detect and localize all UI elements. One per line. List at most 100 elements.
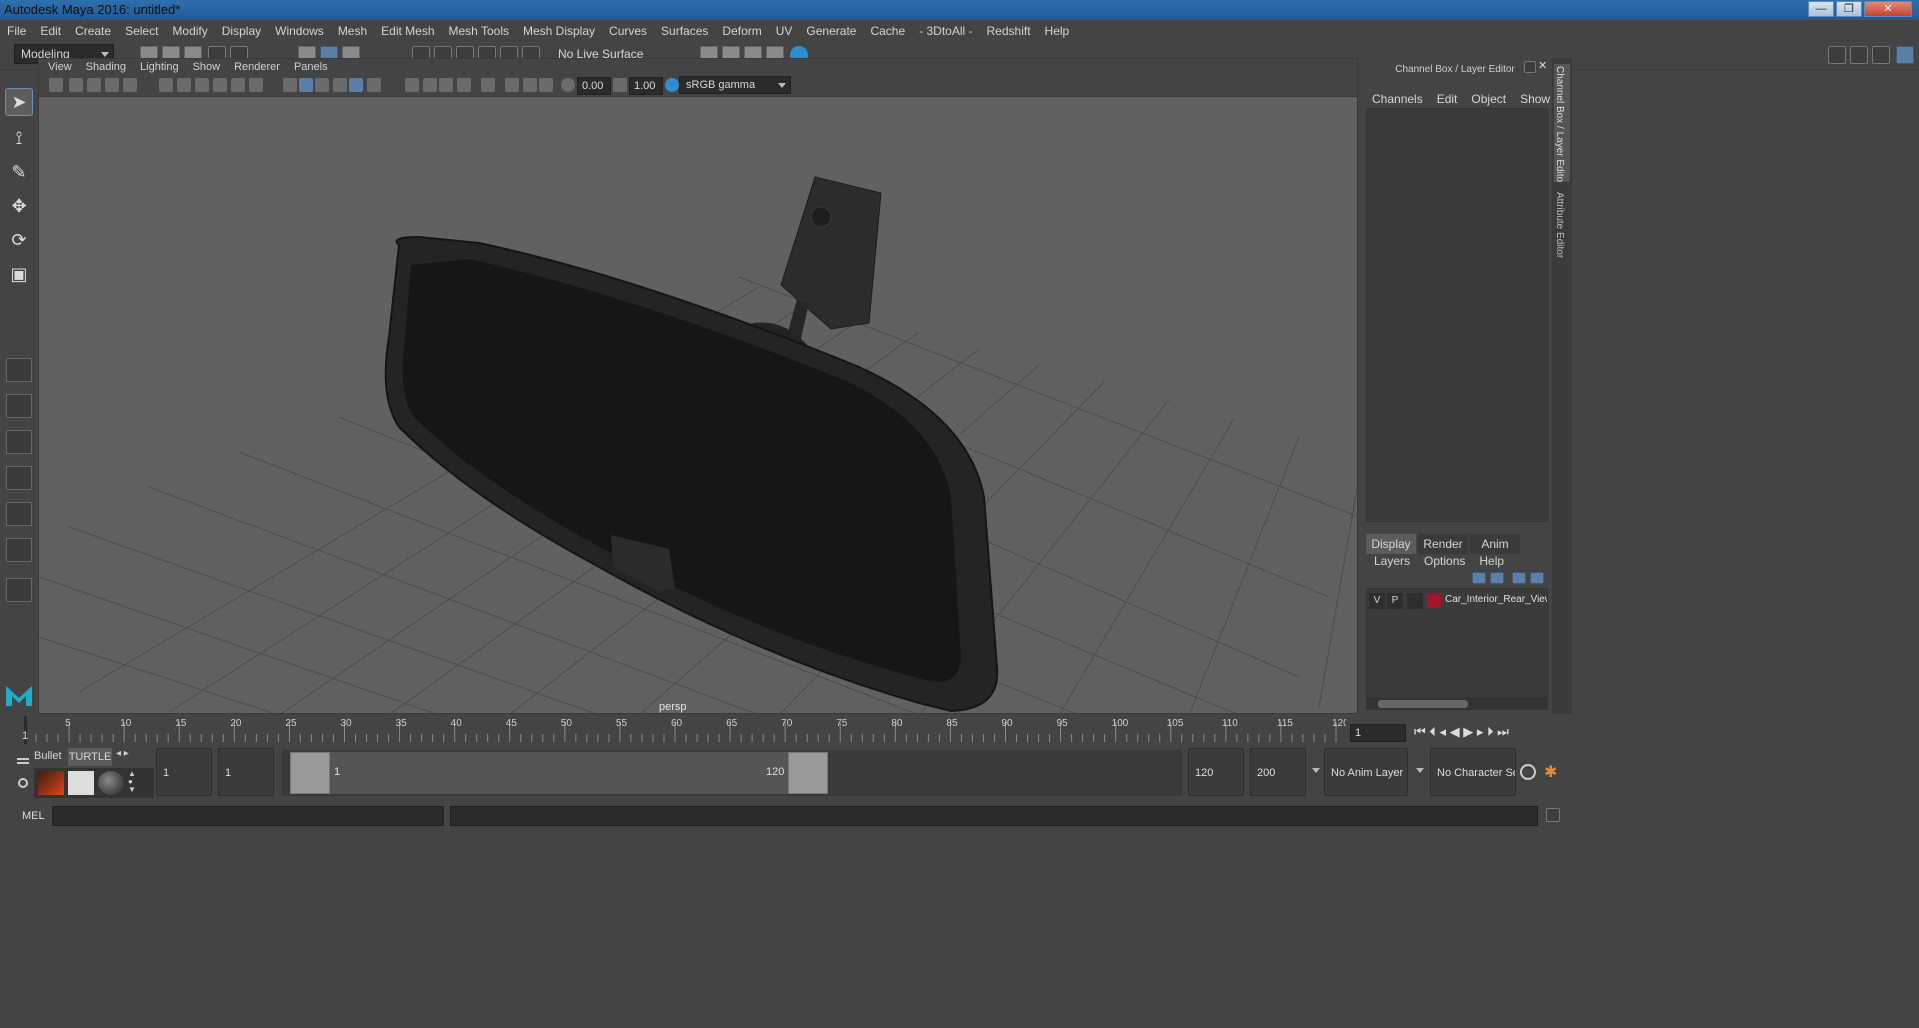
close-button[interactable]: ✕ xyxy=(1864,1,1912,17)
end-time-field[interactable]: 200 xyxy=(1250,748,1306,796)
shelf-vertical-scroll-icon[interactable]: ▲ ● ▼ xyxy=(128,770,140,796)
layer-scrollbar-thumb[interactable] xyxy=(1378,700,1468,708)
rotate-tool-icon[interactable]: ⟳ xyxy=(5,226,33,254)
menu-3dtoall[interactable]: - 3DtoAll - xyxy=(912,20,979,42)
range-end-handle[interactable] xyxy=(788,752,828,794)
menu-curves[interactable]: Curves xyxy=(602,20,654,42)
close-panel-icon[interactable]: ✕ xyxy=(1538,59,1550,73)
bookmark-icon[interactable] xyxy=(69,78,83,92)
four-view-layout-icon[interactable] xyxy=(6,394,32,418)
resolution-gate-icon[interactable] xyxy=(195,78,209,92)
single-perspective-layout-icon[interactable] xyxy=(6,358,32,382)
menu-windows[interactable]: Windows xyxy=(268,20,331,42)
character-set-field[interactable]: No Character Set xyxy=(1430,748,1516,796)
menu-help[interactable]: Help xyxy=(1038,20,1077,42)
persp-hypershade-layout-icon[interactable] xyxy=(6,538,32,562)
tab-anim[interactable]: Anim xyxy=(1470,534,1520,554)
minimize-button[interactable]: — xyxy=(1808,1,1834,17)
2d-pan-zoom-icon[interactable] xyxy=(105,78,119,92)
select-tool-icon[interactable]: ➤ xyxy=(5,88,33,116)
menu-deform[interactable]: Deform xyxy=(715,20,768,42)
isolate-select-icon[interactable] xyxy=(481,78,495,92)
channel-object-menu[interactable]: Object xyxy=(1471,92,1506,106)
depth-of-field-icon[interactable] xyxy=(457,78,471,92)
menu-select[interactable]: Select xyxy=(118,20,165,42)
start-time-field[interactable]: 1 xyxy=(156,748,212,796)
layer-row[interactable]: V P Car_Interior_Rear_View_Mirror xyxy=(1369,593,1547,609)
panel-menu-show[interactable]: Show xyxy=(186,59,228,75)
shelf-scroll-icon[interactable]: ◂ ▸ xyxy=(116,748,129,759)
menu-mesh[interactable]: Mesh xyxy=(331,20,374,42)
exposure-icon[interactable] xyxy=(561,78,575,92)
options-menu[interactable]: Options xyxy=(1424,554,1465,568)
playback-start-field[interactable]: 1 xyxy=(218,748,274,796)
layers-menu[interactable]: Layers xyxy=(1374,554,1410,568)
panel-menu-panels[interactable]: Panels xyxy=(287,59,335,75)
layer-playback-toggle[interactable]: P xyxy=(1387,593,1403,609)
layer-name[interactable]: Car_Interior_Rear_View_Mirror xyxy=(1445,594,1547,605)
use-all-lights-icon[interactable] xyxy=(349,78,363,92)
menu-mesh-display[interactable]: Mesh Display xyxy=(516,20,602,42)
ambient-occlusion-icon[interactable] xyxy=(405,78,419,92)
attribute-editor-icon[interactable] xyxy=(1850,46,1868,64)
scene-view[interactable] xyxy=(39,97,1357,713)
menu-generate[interactable]: Generate xyxy=(799,20,863,42)
turtle-bake-icon[interactable] xyxy=(38,771,64,795)
shelf-tab-bullet[interactable]: Bullet xyxy=(34,750,64,762)
turtle-shader-icon[interactable] xyxy=(98,771,124,795)
move-layer-up-icon[interactable] xyxy=(1472,572,1486,584)
maximize-button[interactable]: ❐ xyxy=(1836,1,1862,17)
paint-select-tool-icon[interactable]: ✎ xyxy=(5,158,33,186)
play-forwards-icon[interactable]: ▶ xyxy=(1463,724,1473,739)
menu-surfaces[interactable]: Surfaces xyxy=(654,20,715,42)
range-slider-bar-fill[interactable] xyxy=(290,752,828,794)
camera-attributes-icon[interactable] xyxy=(49,78,63,92)
channel-box-icon[interactable] xyxy=(1896,46,1914,64)
layer-help-menu[interactable]: Help xyxy=(1479,554,1504,568)
color-management-icon[interactable] xyxy=(665,78,679,92)
command-input[interactable] xyxy=(52,806,444,826)
smooth-shade-icon[interactable] xyxy=(299,78,313,92)
panel-menu-view[interactable]: View xyxy=(41,59,79,75)
go-to-start-icon[interactable]: ⏮ xyxy=(1414,724,1426,739)
current-frame-field[interactable]: 1 xyxy=(1350,724,1406,742)
layer-visibility-toggle[interactable]: V xyxy=(1369,593,1385,609)
step-back-key-icon[interactable]: ◂ xyxy=(1439,724,1446,739)
channel-show-menu[interactable]: Show xyxy=(1520,92,1550,106)
menu-cache[interactable]: Cache xyxy=(863,20,912,42)
menu-file[interactable]: File xyxy=(0,20,33,42)
tab-display[interactable]: Display xyxy=(1366,534,1416,554)
time-slider[interactable]: 5 10 15 20 25 30 35 40 45 50 55 60 65 70 75 80 85 90 95 100… xyxy=(20,716,1349,744)
gamma-field[interactable]: 1.00 xyxy=(629,77,663,95)
panel-menu-renderer[interactable]: Renderer xyxy=(227,59,287,75)
textured-icon[interactable] xyxy=(333,78,347,92)
exposure-field[interactable]: 0.00 xyxy=(577,77,611,95)
xray-components-icon[interactable] xyxy=(539,78,553,92)
wireframe-icon[interactable] xyxy=(283,78,297,92)
gamma-icon[interactable] xyxy=(613,78,627,92)
step-back-icon[interactable]: ⏴ xyxy=(1429,724,1436,739)
channel-box-side-tab[interactable]: Channel Box / Layer Editor xyxy=(1554,64,1570,182)
channels-menu[interactable]: Channels xyxy=(1372,92,1423,106)
menu-display[interactable]: Display xyxy=(215,20,268,42)
panel-menu-shading[interactable]: Shading xyxy=(79,59,133,75)
menu-redshift[interactable]: Redshift xyxy=(980,20,1038,42)
xray-icon[interactable] xyxy=(505,78,519,92)
animation-preferences-icon[interactable]: ✱ xyxy=(1544,762,1557,782)
tab-render[interactable]: Render xyxy=(1418,534,1468,554)
channel-edit-menu[interactable]: Edit xyxy=(1437,92,1458,106)
move-tool-icon[interactable]: ✥ xyxy=(5,192,33,220)
shadows-icon[interactable] xyxy=(367,78,381,92)
grease-pencil-icon[interactable] xyxy=(123,78,137,92)
step-forward-icon[interactable]: ⏵ xyxy=(1487,724,1494,739)
new-layer-selected-icon[interactable] xyxy=(1530,572,1544,584)
range-start-handle[interactable] xyxy=(290,752,330,794)
menu-create[interactable]: Create xyxy=(68,20,118,42)
field-chart-icon[interactable] xyxy=(231,78,245,92)
default-material-icon[interactable] xyxy=(315,78,329,92)
rear-view-mirror[interactable] xyxy=(384,235,999,713)
move-layer-down-icon[interactable] xyxy=(1490,572,1504,584)
channel-list[interactable] xyxy=(1366,108,1548,522)
layer-scrollbar[interactable] xyxy=(1366,698,1548,710)
tool-settings-icon[interactable] xyxy=(1872,46,1890,64)
